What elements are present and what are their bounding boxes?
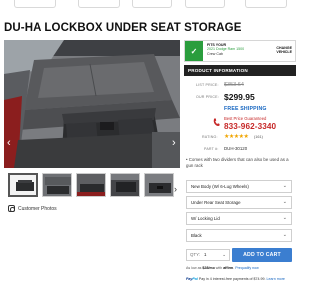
list-price-label: LIST PRICE: bbox=[196, 83, 219, 87]
fitment-text: FITS YOUR 2021 Dodge Ram 1500 Crew Cab bbox=[207, 43, 244, 56]
best-price-guaranteed: Best Price Guaranteed bbox=[224, 116, 267, 121]
change-vehicle-link[interactable]: CHANGE VEHICLE bbox=[276, 46, 292, 55]
part-number-label: PART #: bbox=[204, 147, 219, 151]
paypal-logo-pal: Pal bbox=[192, 277, 198, 281]
top-tab[interactable] bbox=[78, 0, 120, 8]
qty-label: QTY: bbox=[190, 252, 201, 257]
our-price: $299.95 bbox=[224, 92, 255, 102]
phone-icon bbox=[213, 118, 220, 126]
top-tab[interactable] bbox=[245, 0, 287, 8]
our-price-label: OUR PRICE: bbox=[196, 95, 219, 99]
top-tabs bbox=[0, 0, 300, 10]
affirm-financing: As low as $28/mo with affirm. Prequalify… bbox=[186, 266, 259, 270]
thumbnail[interactable] bbox=[42, 173, 72, 197]
chevron-down-icon: ⌄ bbox=[282, 199, 287, 205]
storage-type-select[interactable]: Under Rear Seat Storage ⌄ bbox=[186, 196, 292, 209]
checkmark-icon: ✓ bbox=[185, 41, 203, 61]
qty-value: 1 bbox=[204, 252, 207, 257]
thumbnail-image bbox=[145, 174, 173, 196]
instagram-icon bbox=[8, 205, 15, 212]
thumbnail-image bbox=[111, 174, 139, 196]
top-tab[interactable] bbox=[132, 0, 172, 8]
product-title: DU-HA LOCKBOX UNDER SEAT STORAGE bbox=[4, 22, 242, 34]
body-style-select[interactable]: New Body (W/ 6-Lug Wheels) ⌄ bbox=[186, 180, 292, 193]
rating-stars[interactable]: ★★★★★ bbox=[224, 133, 249, 140]
affirm-prequalify-link[interactable]: Prequalify now bbox=[235, 266, 259, 270]
customer-photos-label: Customer Photos bbox=[18, 205, 57, 212]
add-to-cart-button[interactable]: ADD TO CART bbox=[232, 248, 292, 262]
phone-number[interactable]: 833-962-3340 bbox=[224, 122, 276, 131]
quantity-select[interactable]: QTY: 1 ⌄ bbox=[186, 249, 230, 261]
thumbnail[interactable] bbox=[110, 173, 140, 197]
affirm-amount: $28/mo bbox=[202, 266, 215, 270]
lid-type-value: W/ Locking Lid bbox=[191, 216, 220, 221]
body-style-value: New Body (W/ 6-Lug Wheels) bbox=[191, 184, 249, 189]
free-shipping-label: FREE SHIPPING bbox=[224, 106, 267, 112]
thumbnail-next-arrow[interactable]: › bbox=[174, 184, 177, 194]
color-select[interactable]: Black ⌄ bbox=[186, 229, 292, 242]
chevron-down-icon: ⌄ bbox=[282, 183, 287, 189]
part-number: DUH-30120 bbox=[224, 146, 248, 151]
review-count[interactable]: (161) bbox=[254, 135, 263, 139]
feature-bullet: • Comes with two dividers that can also … bbox=[186, 157, 289, 168]
thumbnail-image bbox=[77, 174, 105, 196]
paypal-text: Pay in 4 interest-free payments of $74.9… bbox=[198, 277, 266, 281]
rating-label: RATING: bbox=[202, 135, 218, 139]
fitment-box: ✓ FITS YOUR 2021 Dodge Ram 1500 Crew Cab… bbox=[184, 40, 296, 62]
affirm-logo: affirm bbox=[223, 266, 234, 270]
gallery-next-arrow[interactable]: › bbox=[172, 137, 176, 149]
gallery-prev-arrow[interactable]: ‹ bbox=[7, 137, 11, 149]
list-price: $353.64 bbox=[224, 82, 244, 88]
chevron-down-icon: ⌄ bbox=[222, 252, 226, 257]
chevron-down-icon: ⌄ bbox=[282, 232, 287, 238]
storage-type-value: Under Rear Seat Storage bbox=[191, 200, 241, 205]
top-tab[interactable] bbox=[185, 0, 225, 8]
affirm-prefix: As low as bbox=[186, 266, 202, 270]
thumbnail[interactable] bbox=[76, 173, 106, 197]
chevron-down-icon: ⌄ bbox=[282, 215, 287, 221]
lid-type-select[interactable]: W/ Locking Lid ⌄ bbox=[186, 212, 292, 225]
paypal-learn-more-link[interactable]: Learn more bbox=[267, 277, 285, 281]
paypal-financing: PayPal Pay in 4 interest-free payments o… bbox=[186, 277, 296, 282]
fitment-cab: Crew Cab bbox=[207, 51, 223, 56]
thumbnail-image bbox=[43, 174, 71, 196]
product-info-header: PRODUCT INFORMATION bbox=[184, 65, 296, 76]
thumbnail-strip bbox=[4, 173, 180, 197]
change-vehicle-line-2: VEHICLE bbox=[276, 50, 292, 55]
thumbnail-image bbox=[10, 175, 36, 195]
top-tab[interactable] bbox=[14, 0, 56, 8]
truck-interior-photo bbox=[4, 40, 180, 168]
affirm-with: with bbox=[215, 266, 223, 270]
color-value: Black bbox=[191, 233, 202, 238]
main-product-image[interactable]: ‹ › bbox=[4, 40, 180, 168]
thumbnail[interactable] bbox=[144, 173, 174, 197]
thumbnail[interactable] bbox=[8, 173, 38, 197]
customer-photos-link[interactable]: Customer Photos bbox=[8, 205, 57, 212]
